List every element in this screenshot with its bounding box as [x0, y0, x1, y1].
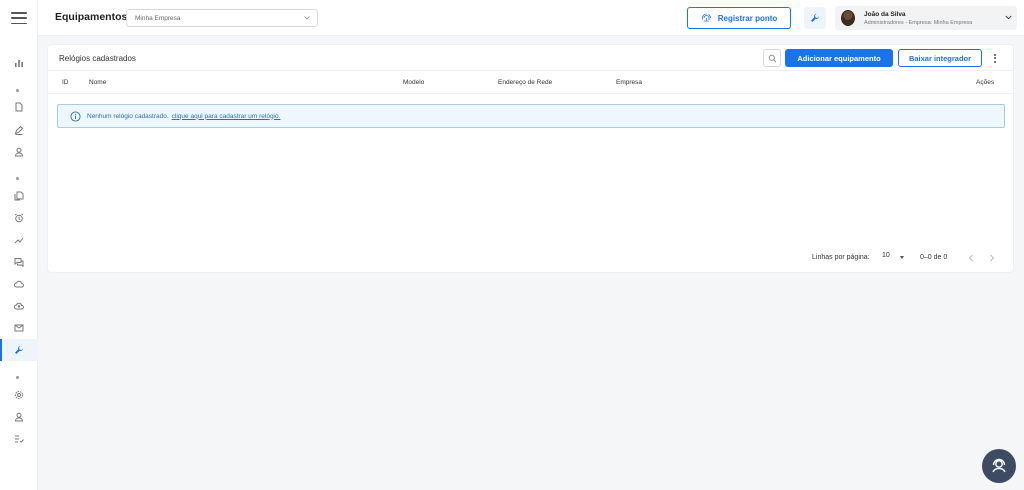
devices-card: Relógios cadastrados Adicionar equipamen…: [48, 45, 1013, 272]
chat-icon[interactable]: [0, 252, 38, 272]
column-header-id[interactable]: ID: [62, 79, 69, 86]
top-header: Equipamentos Minha Empresa Registrar pon…: [38, 0, 1024, 36]
chevron-down-icon: [304, 16, 310, 20]
info-icon: [70, 110, 81, 122]
menu-icon[interactable]: [11, 12, 27, 24]
fingerprint-icon: [701, 13, 711, 22]
chevron-right-icon: [990, 254, 995, 262]
empty-state-message: Nenhum relógio cadastrado.: [87, 112, 169, 120]
chart-line-icon[interactable]: [0, 230, 38, 250]
company-select-value: Minha Empresa: [135, 15, 181, 22]
checklist-icon[interactable]: [0, 429, 38, 449]
next-page-button[interactable]: [986, 251, 998, 265]
card-title: Relógios cadastrados: [59, 54, 136, 63]
mail-icon[interactable]: [0, 318, 38, 338]
section-dot: [16, 376, 19, 379]
rows-per-page-select[interactable]: 10: [882, 252, 904, 264]
sidebar: [0, 0, 38, 490]
pen-icon[interactable]: [0, 120, 38, 140]
search-icon: [768, 54, 776, 62]
register-device-link[interactable]: clique aqui para cadastrar um relógio.: [172, 113, 281, 120]
more-options-icon[interactable]: [988, 50, 1002, 66]
support-chat-button[interactable]: [982, 449, 1016, 483]
rows-per-page-label: Linhas por página:: [812, 254, 870, 261]
cloud-upload-icon[interactable]: [0, 296, 38, 316]
pagination-range: 0–0 de 0: [920, 254, 948, 261]
wrench-icon[interactable]: [0, 340, 38, 360]
gear-icon[interactable]: [0, 385, 38, 405]
divider: [48, 93, 1013, 94]
divider: [48, 70, 1013, 71]
wrench-icon: [811, 14, 819, 22]
company-select[interactable]: Minha Empresa: [126, 9, 318, 27]
user-name: João da Silva: [864, 11, 906, 18]
column-header-model[interactable]: Modelo: [403, 79, 424, 86]
chevron-down-icon: [1005, 15, 1012, 20]
user-role: Administradores - Empresa: Minha Empresa: [864, 20, 973, 26]
section-dot: [16, 89, 19, 92]
empty-state-alert: Nenhum relógio cadastrado. clique aqui p…: [57, 104, 1005, 128]
previous-page-button[interactable]: [965, 251, 977, 265]
document-icon[interactable]: [0, 97, 38, 117]
dashboard-icon[interactable]: [0, 53, 38, 73]
files-icon[interactable]: [0, 186, 38, 206]
column-header-actions: Ações: [976, 79, 995, 86]
register-punch-label: Registrar ponto: [717, 13, 778, 23]
download-integrator-button[interactable]: Baixar integrador: [898, 49, 982, 67]
search-button[interactable]: [763, 49, 781, 67]
person-icon[interactable]: [0, 407, 38, 427]
page-title: Equipamentos: [55, 11, 128, 23]
user-menu[interactable]: João da Silva Administradores - Empresa:…: [835, 6, 1017, 30]
column-header-name[interactable]: Nome: [89, 79, 106, 86]
column-header-company[interactable]: Empresa: [616, 79, 642, 86]
caret-down-icon: [900, 256, 904, 259]
chevron-left-icon: [968, 254, 973, 262]
cloud-icon[interactable]: [0, 274, 38, 294]
register-punch-button[interactable]: Registrar ponto: [687, 7, 791, 29]
add-device-button[interactable]: Adicionar equipamento: [785, 49, 893, 67]
rows-per-page-value: 10: [882, 252, 890, 259]
column-header-network-address[interactable]: Endereço de Rede: [498, 79, 552, 86]
avatar: [841, 10, 855, 26]
headset-support-icon: [992, 458, 1006, 473]
section-dot: [16, 177, 19, 180]
user-icon[interactable]: [0, 142, 38, 162]
tools-button[interactable]: [804, 7, 826, 29]
alarm-icon[interactable]: [0, 208, 38, 228]
